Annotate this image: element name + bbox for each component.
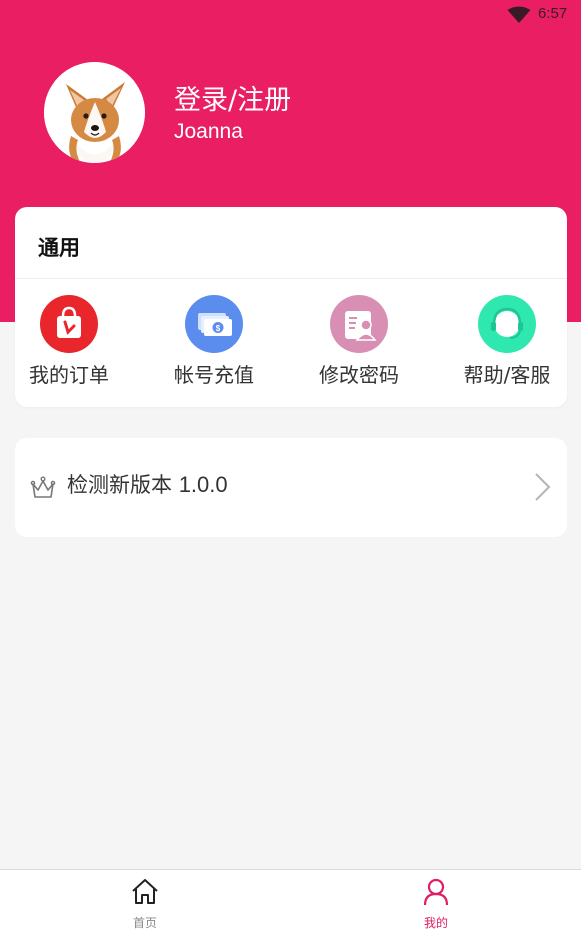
action-label: 帐号充值 (174, 363, 254, 387)
status-time: 6:57 (538, 5, 568, 22)
crown-icon (30, 476, 56, 498)
svg-text:$: $ (216, 324, 221, 333)
id-card-icon (330, 295, 388, 353)
my-orders-button[interactable]: 我的订单 (9, 295, 129, 395)
nav-home[interactable]: 首页 (105, 876, 185, 930)
corgi-avatar-icon (44, 62, 145, 163)
money-icon: $ (185, 295, 243, 353)
shopping-bag-icon (40, 295, 98, 353)
login-register-link[interactable]: 登录/注册 (174, 78, 291, 117)
section-title: 通用 (38, 236, 80, 260)
user-icon (423, 878, 449, 906)
bottom-navigation: 首页 我的 (0, 869, 581, 930)
version-number: 1.0.0 (178, 472, 228, 497)
wifi-icon (507, 6, 531, 23)
divider (15, 278, 567, 279)
headset-icon (478, 295, 536, 353)
nav-label: 首页 (132, 916, 157, 930)
home-icon (132, 879, 158, 904)
nav-mine[interactable]: 我的 (396, 876, 476, 930)
nav-label: 我的 (423, 916, 448, 930)
account-recharge-button[interactable]: $ 帐号充值 (154, 295, 274, 395)
version-label: 检测新版本 1.0.0 (67, 469, 228, 499)
general-card: 通用 我的订单 $ 帐号充值 修改密码 帮助/客服 (15, 207, 567, 407)
check-version-row[interactable]: 检测新版本 1.0.0 (15, 438, 567, 537)
status-bar: 6:57 (0, 0, 581, 30)
chevron-right-icon (535, 473, 551, 501)
avatar[interactable] (44, 62, 145, 163)
change-password-button[interactable]: 修改密码 (299, 295, 419, 395)
username: Joanna (174, 120, 243, 143)
help-support-button[interactable]: 帮助/客服 (447, 295, 567, 395)
action-label: 我的订单 (29, 363, 109, 387)
action-label: 修改密码 (319, 363, 399, 387)
version-text: 检测新版本 (67, 473, 172, 497)
action-label: 帮助/客服 (463, 363, 551, 387)
